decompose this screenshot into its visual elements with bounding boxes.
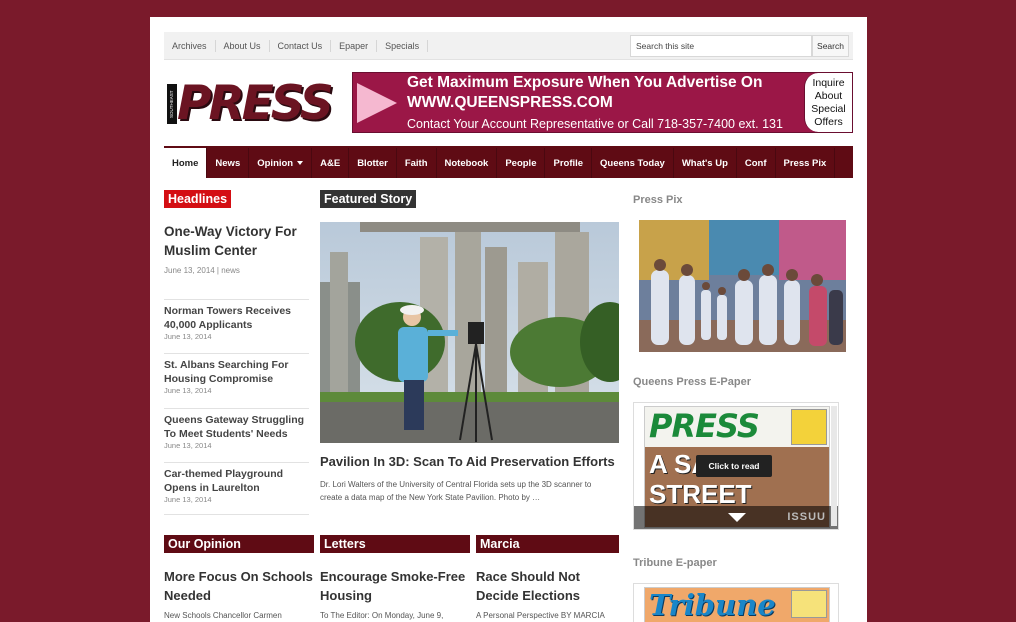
epaper-heading: Queens Press E-Paper xyxy=(633,376,752,388)
nav-notebook[interactable]: Notebook xyxy=(437,148,498,178)
divider xyxy=(164,514,309,515)
tribune-cover-box xyxy=(791,590,827,618)
topnav-about-us[interactable]: About Us xyxy=(216,40,270,52)
topnav-specials[interactable]: Specials xyxy=(377,40,429,52)
nav-people[interactable]: People xyxy=(497,148,546,178)
headline-lead-title[interactable]: One-Way Victory For Muslim Center xyxy=(164,222,304,260)
letters-heading: Letters xyxy=(320,535,470,553)
nav-home[interactable]: Home xyxy=(164,146,208,178)
page-container: Archives About Us Contact Us Epaper Spec… xyxy=(150,17,867,622)
headline-date: June 13, 2014 xyxy=(164,495,212,504)
headline-lead-meta: June 13, 2014 | news xyxy=(164,266,240,275)
ad-offer-badge: Inquire About Special Offers xyxy=(804,73,852,132)
tribune-viewer[interactable]: Tribune xyxy=(633,583,839,622)
nav-queens-today[interactable]: Queens Today xyxy=(592,148,674,178)
press-pix-photo[interactable] xyxy=(639,220,846,352)
search-input[interactable] xyxy=(630,35,812,57)
marcia-title[interactable]: Race Should Not Decide Elections xyxy=(476,567,619,605)
nav-whats-up[interactable]: What's Up xyxy=(674,148,737,178)
headline-title[interactable]: Car-themed Playground Opens in Laurelton xyxy=(164,467,309,495)
epaper-click-to-read[interactable]: Click to read xyxy=(696,455,772,477)
headline-date: June 13, 2014 xyxy=(164,332,212,341)
logo-tagline: SOUTHEAST QUEENS xyxy=(167,84,177,124)
tribune-cover-title: Tribune xyxy=(649,588,776,622)
site-logo[interactable]: SOUTHEAST QUEENS PRESS xyxy=(167,76,337,131)
ad-banner[interactable]: Get Maximum Exposure When You Advertise … xyxy=(352,72,853,133)
headline-date: June 13, 2014 xyxy=(164,386,212,395)
opinion-desc: New Schools Chancellor Carmen xyxy=(164,611,282,620)
top-nav: Archives About Us Contact Us Epaper Spec… xyxy=(164,32,429,60)
main-nav: Home News Opinion A&E Blotter Faith Note… xyxy=(164,146,853,178)
nav-blotter[interactable]: Blotter xyxy=(349,148,397,178)
nav-faith[interactable]: Faith xyxy=(397,148,437,178)
headline-title[interactable]: St. Albans Searching For Housing Comprom… xyxy=(164,358,309,386)
letters-desc: To The Editor: On Monday, June 9, xyxy=(320,611,444,620)
chevron-down-icon[interactable] xyxy=(728,513,746,522)
list-item: Norman Towers Receives 40,000 Applicants… xyxy=(164,299,309,341)
topnav-contact-us[interactable]: Contact Us xyxy=(270,40,332,52)
ad-line-1: Get Maximum Exposure When You Advertise … xyxy=(407,74,763,91)
headline-title[interactable]: Norman Towers Receives 40,000 Applicants xyxy=(164,304,309,332)
epaper-cover-box xyxy=(791,409,827,445)
headline-title[interactable]: Queens Gateway Struggling To Meet Studen… xyxy=(164,413,309,441)
featured-photo-graphic xyxy=(320,222,619,443)
ad-offer-line: Special xyxy=(811,103,846,115)
topnav-archives[interactable]: Archives xyxy=(164,40,216,52)
list-item: Car-themed Playground Opens in Laurelton… xyxy=(164,462,309,504)
featured-description: Dr. Lori Walters of the University of Ce… xyxy=(320,480,592,502)
letters-title[interactable]: Encourage Smoke-Free Housing xyxy=(320,567,470,605)
our-opinion-heading: Our Opinion xyxy=(164,535,314,553)
epaper-viewer[interactable]: PRESS A SAFER STREET Click to read ISSUU xyxy=(633,402,839,530)
ad-line-2: WWW.QUEENSPRESS.COM xyxy=(407,94,613,111)
press-pix-heading: Press Pix xyxy=(633,194,683,206)
headlines-heading: Headlines xyxy=(164,190,232,208)
marcia-desc: A Personal Perspective BY MARCIA xyxy=(476,611,605,620)
topnav-epaper[interactable]: Epaper xyxy=(331,40,378,52)
nav-profile[interactable]: Profile xyxy=(545,148,593,178)
epaper-scrollbar[interactable] xyxy=(831,406,837,526)
nav-conf[interactable]: Conf xyxy=(737,148,776,178)
ad-arrow-icon xyxy=(357,83,397,123)
tribune-cover: Tribune xyxy=(644,587,830,622)
featured-photo[interactable] xyxy=(320,222,619,443)
chevron-down-icon xyxy=(297,161,304,165)
ad-offer-line: Inquire xyxy=(812,77,845,89)
featured-title[interactable]: Pavilion In 3D: Scan To Aid Preservation… xyxy=(320,454,619,469)
nav-news[interactable]: News xyxy=(207,148,250,178)
search-button[interactable]: Search xyxy=(812,35,849,57)
tribune-heading: Tribune E-paper xyxy=(633,557,717,569)
nav-opinion-label: Opinion xyxy=(257,157,294,169)
ad-line-3: Contact Your Account Representative or C… xyxy=(407,117,783,131)
press-pix-graphic xyxy=(639,220,846,352)
epaper-cover-title: PRESS xyxy=(649,407,760,445)
logo-text: PRESS xyxy=(177,76,334,131)
nav-opinion[interactable]: Opinion xyxy=(249,148,313,178)
top-bar: Archives About Us Contact Us Epaper Spec… xyxy=(164,32,853,60)
nav-press-pix[interactable]: Press Pix xyxy=(776,148,836,178)
opinion-title[interactable]: More Focus On Schools Needed xyxy=(164,567,314,605)
list-item: St. Albans Searching For Housing Comprom… xyxy=(164,353,309,395)
ad-offer-line: About xyxy=(814,90,843,102)
headline-date: June 13, 2014 xyxy=(164,441,212,450)
ad-offer-line: Offers xyxy=(814,116,843,128)
marcia-heading: Marcia xyxy=(476,535,619,553)
nav-ae[interactable]: A&E xyxy=(312,148,350,178)
list-item: Queens Gateway Struggling To Meet Studen… xyxy=(164,408,309,450)
issuu-logo: ISSUU xyxy=(787,511,826,523)
featured-heading: Featured Story xyxy=(320,190,417,208)
